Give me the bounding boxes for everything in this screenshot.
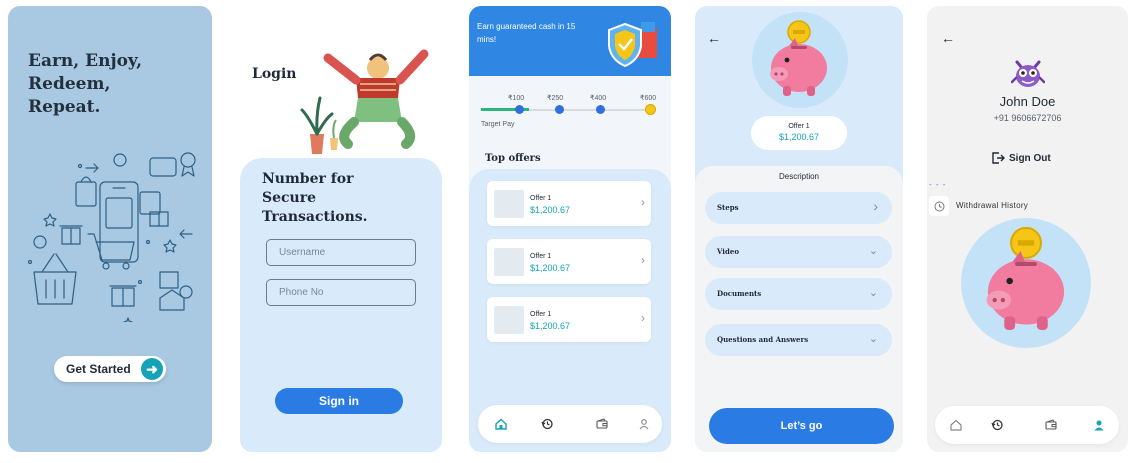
- offer-title: Offer 1: [530, 311, 552, 318]
- description-title: Description: [778, 172, 819, 181]
- offer-thumbnail: [494, 190, 524, 218]
- chevron-right-icon: ›: [641, 253, 645, 267]
- accordion-label: Video: [717, 247, 739, 256]
- history-clock-icon: [929, 196, 949, 216]
- arrow-right-icon: ➜: [141, 358, 163, 380]
- milestone-goal-dot: [645, 104, 656, 115]
- offer-card[interactable]: Offer 1 $1,200.67 ›: [487, 297, 651, 342]
- back-arrow-icon[interactable]: ←: [941, 30, 955, 46]
- user-icon[interactable]: [1090, 416, 1108, 434]
- accordion-video[interactable]: Video ⌄: [705, 236, 892, 268]
- user-phone: +91 9606672706: [993, 113, 1062, 123]
- chevron-down-icon: ⌄: [868, 333, 878, 345]
- onboarding-screen: Earn, Enjoy, Redeem, Repeat. Get Started…: [8, 6, 212, 452]
- milestone-2: ₹250: [547, 95, 564, 102]
- milestone-3: ₹400: [590, 95, 607, 102]
- piggy-bank-icon: [986, 226, 1065, 330]
- login-title: Login: [252, 66, 297, 82]
- offer-amount: $1,200.67: [530, 205, 571, 215]
- divider-mark: - - -: [929, 180, 947, 189]
- withdrawal-history-link[interactable]: Withdrawal History: [956, 201, 1028, 210]
- offer-amount-pill: Offer 1 $1,200.67: [751, 116, 847, 150]
- back-arrow-icon[interactable]: ←: [707, 30, 721, 46]
- accordion-questions-and-answers[interactable]: Questions and Answers ⌄: [705, 324, 892, 356]
- profile-screen: ← John Doe +91 9606672706 Sign Out - - -…: [927, 6, 1128, 452]
- accordion-label: Questions and Answers: [717, 335, 809, 344]
- user-icon[interactable]: [635, 415, 653, 433]
- target-pay-label: Target Pay: [481, 121, 515, 128]
- sign-in-button[interactable]: Sign in: [275, 388, 403, 414]
- shopping-illustration: [27, 152, 196, 322]
- offer-card[interactable]: Offer 1 $1,200.67 ›: [487, 181, 651, 226]
- chevron-down-icon: ⌄: [868, 245, 878, 257]
- accordion-steps[interactable]: Steps ›: [705, 192, 892, 224]
- username-input[interactable]: Username: [266, 239, 416, 266]
- offer-title: Offer 1: [530, 253, 552, 260]
- top-offers-title: Top offers: [485, 153, 541, 164]
- offer-thumbnail: [494, 248, 524, 276]
- offer-amount: $1,200.67: [778, 132, 820, 142]
- get-started-button[interactable]: Get Started ➜: [54, 356, 166, 382]
- milestone-4: ₹600: [640, 95, 657, 102]
- bottom-nav: [478, 405, 662, 443]
- chevron-right-icon: ›: [641, 311, 645, 325]
- shield-gift-icon: [608, 22, 657, 68]
- milestone-dot: [555, 105, 564, 114]
- accordion-label: Documents: [717, 289, 762, 298]
- secure-transactions-title: Number for Secure Transactions.: [262, 171, 368, 225]
- sign-out-button[interactable]: Sign Out: [991, 150, 1051, 166]
- banner-text: Earn guaranteed cash in 15 mins!: [477, 22, 576, 44]
- sign-out-icon: [992, 152, 1005, 164]
- offer-thumbnail: [494, 306, 524, 334]
- offer-amount: $1,200.67: [530, 263, 571, 273]
- offer-title: Offer 1: [788, 123, 810, 130]
- chevron-right-icon: ›: [873, 198, 878, 214]
- lets-go-button[interactable]: Let’s go: [709, 408, 894, 444]
- history-icon[interactable]: [538, 415, 556, 433]
- wallet-icon[interactable]: [1042, 416, 1060, 434]
- get-started-label: Get Started: [66, 362, 131, 376]
- milestone-dot: [515, 105, 524, 114]
- wallet-icon[interactable]: [593, 415, 611, 433]
- offer-title: Offer 1: [530, 195, 552, 202]
- milestone-dot: [596, 105, 605, 114]
- bottom-nav: [935, 406, 1119, 444]
- history-icon[interactable]: [988, 416, 1006, 434]
- home-icon[interactable]: [947, 416, 965, 434]
- chevron-down-icon: ⌄: [868, 287, 878, 299]
- phone-input[interactable]: Phone No: [266, 279, 416, 306]
- offer-details-screen: ← Offer 1 $1,200.67 Description Steps › …: [695, 6, 903, 452]
- avatar-monster-icon: [1011, 60, 1045, 87]
- login-screen: Login Number for Secure Transactions. Us…: [240, 6, 442, 452]
- user-name: John Doe: [999, 94, 1056, 109]
- offer-card[interactable]: Offer 1 $1,200.67 ›: [487, 239, 651, 284]
- sign-out-label: Sign Out: [1009, 152, 1051, 164]
- offer-amount: $1,200.67: [530, 321, 571, 331]
- home-icon[interactable]: [492, 415, 510, 433]
- accordion-documents[interactable]: Documents ⌄: [705, 278, 892, 310]
- chevron-right-icon: ›: [641, 195, 645, 209]
- onboarding-headline: Earn, Enjoy, Redeem, Repeat.: [28, 51, 143, 117]
- accordion-label: Steps: [717, 203, 739, 212]
- jumping-person-illustration: [300, 49, 429, 154]
- offers-screen: Earn guaranteed cash in 15 mins! ₹100 ₹2…: [469, 6, 671, 452]
- piggy-bank-icon: [770, 20, 827, 96]
- milestone-1: ₹100: [508, 95, 525, 102]
